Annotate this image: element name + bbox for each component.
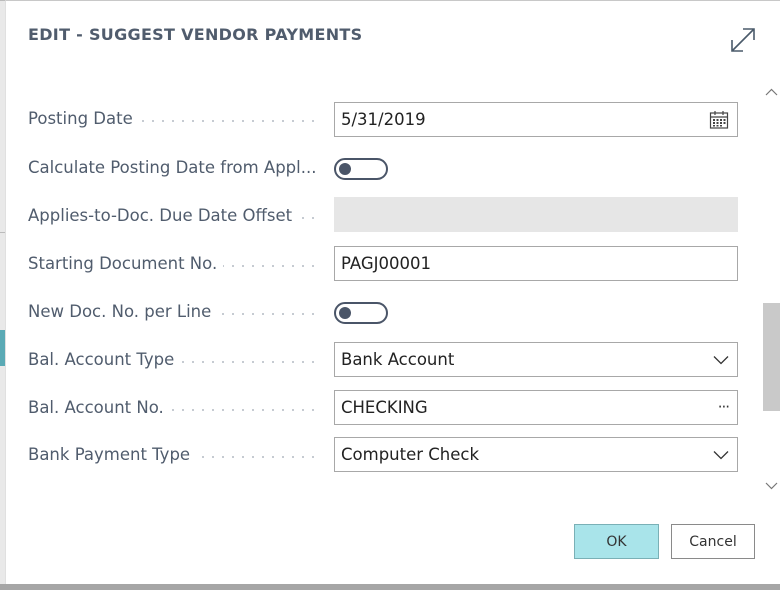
starting-doc-no-label: Starting Document No. bbox=[28, 254, 318, 278]
chevron-up-icon[interactable] bbox=[762, 83, 780, 101]
bank-payment-type-value: Computer Check bbox=[341, 445, 480, 464]
posting-date-input[interactable]: 5/31/2019 bbox=[334, 102, 738, 137]
cancel-button[interactable]: Cancel bbox=[671, 524, 755, 559]
chevron-down-icon[interactable] bbox=[762, 477, 780, 495]
new-doc-per-line-toggle[interactable] bbox=[334, 302, 388, 324]
vertical-scrollbar[interactable] bbox=[762, 79, 780, 499]
bal-account-no-label: Bal. Account No. bbox=[28, 398, 318, 422]
starting-doc-no-value: PAGJ00001 bbox=[341, 254, 432, 273]
lookup-ellipsis-icon[interactable]: ··· bbox=[718, 391, 730, 424]
new-doc-per-line-label: New Doc. No. per Line bbox=[28, 302, 318, 326]
suggest-vendor-payments-dialog: EDIT - SUGGEST VENDOR PAYMENTS Posting D… bbox=[5, 0, 780, 584]
ok-button[interactable]: OK bbox=[574, 524, 659, 559]
chevron-down-icon[interactable] bbox=[713, 355, 729, 365]
dialog-title: EDIT - SUGGEST VENDOR PAYMENTS bbox=[28, 25, 363, 44]
due-date-offset-input bbox=[334, 197, 738, 232]
bank-payment-type-label: Bank Payment Type bbox=[28, 445, 318, 469]
bal-account-no-value: CHECKING bbox=[341, 398, 428, 417]
due-date-offset-label: Applies-to-Doc. Due Date Offset bbox=[28, 206, 318, 230]
bal-account-no-input[interactable]: CHECKING ··· bbox=[334, 390, 738, 425]
calc-posting-date-label: Calculate Posting Date from Appl... bbox=[28, 158, 318, 182]
chevron-down-icon[interactable] bbox=[713, 450, 729, 460]
posting-date-label: Posting Date bbox=[28, 109, 318, 133]
scrollbar-thumb[interactable] bbox=[763, 303, 780, 411]
bal-account-type-select[interactable]: Bank Account bbox=[334, 342, 738, 377]
calendar-icon[interactable] bbox=[709, 110, 729, 130]
bank-payment-type-select[interactable]: Computer Check bbox=[334, 437, 738, 472]
posting-date-value: 5/31/2019 bbox=[341, 110, 426, 129]
bal-account-type-value: Bank Account bbox=[341, 350, 455, 369]
background-strip bbox=[0, 584, 780, 590]
starting-doc-no-input[interactable]: PAGJ00001 bbox=[334, 246, 738, 281]
bal-account-type-label: Bal. Account Type bbox=[28, 350, 318, 374]
toggle-knob bbox=[339, 307, 351, 319]
calc-posting-date-toggle[interactable] bbox=[334, 158, 388, 180]
toggle-knob bbox=[339, 163, 351, 175]
expand-icon[interactable] bbox=[728, 25, 758, 55]
